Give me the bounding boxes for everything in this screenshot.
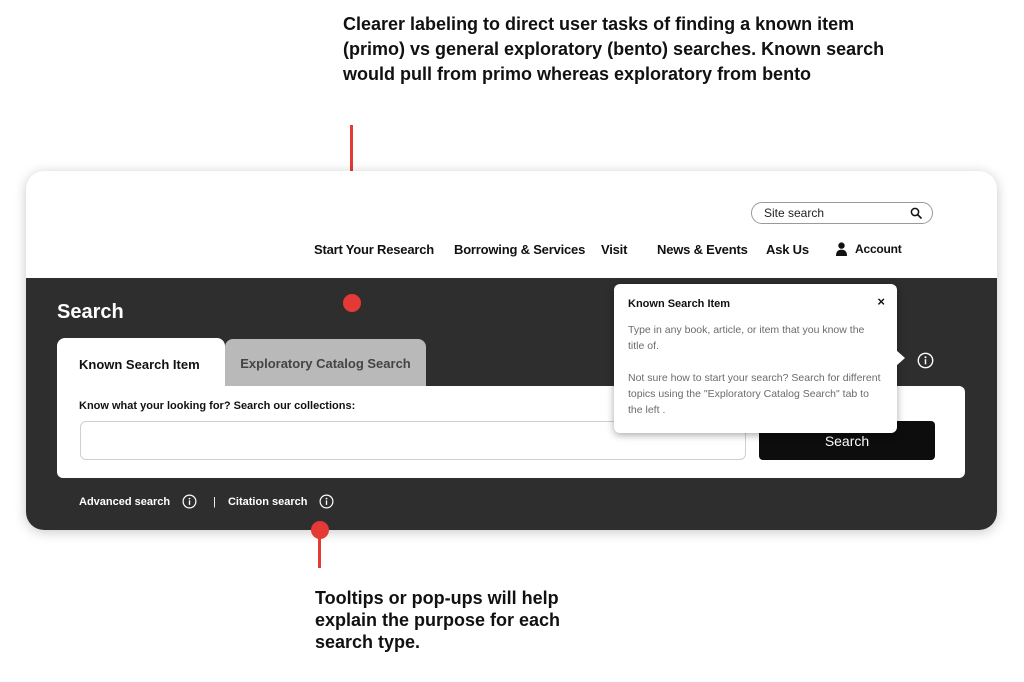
site-search-placeholder: Site search <box>764 206 825 220</box>
library-site-mockup: Site search Start Your Research Borrowin… <box>26 171 997 530</box>
tab-known-search-item[interactable]: Known Search Item <box>57 338 225 391</box>
close-icon[interactable]: × <box>877 295 885 308</box>
account-label: Account <box>855 242 902 256</box>
search-heading: Search <box>57 301 124 323</box>
tooltip-paragraph-1: Type in any book, article, or item that … <box>628 324 865 352</box>
tooltip-paragraph-2: Not sure how to start your search? Searc… <box>628 372 881 416</box>
user-icon <box>836 242 847 256</box>
search-panel-label: Know what your looking for? Search our c… <box>79 400 356 412</box>
annotation-top-marker-dot <box>343 294 361 312</box>
search-icon <box>910 207 922 219</box>
nav-item-visit[interactable]: Visit <box>601 242 627 257</box>
search-type-info-icon[interactable] <box>917 352 934 369</box>
nav-item-borrowing-services[interactable]: Borrowing & Services <box>454 242 585 257</box>
site-search-input[interactable]: Site search <box>751 202 933 224</box>
citation-search-info-icon[interactable] <box>319 494 334 509</box>
advanced-search-link[interactable]: Advanced search <box>79 496 170 508</box>
nav-item-ask-us[interactable]: Ask Us <box>766 242 809 257</box>
annotation-bottom-marker-line <box>318 534 321 568</box>
main-navigation: Start Your Research Borrowing & Services… <box>26 242 997 262</box>
citation-search-link[interactable]: Citation search <box>228 496 307 508</box>
nav-item-start-your-research[interactable]: Start Your Research <box>314 242 434 257</box>
tooltip-title: Known Search Item <box>628 298 731 310</box>
search-options-row: Advanced search | Citation search <box>79 494 334 509</box>
advanced-search-info-icon[interactable] <box>182 494 197 509</box>
design-annotation-canvas: Clearer labeling to direct user tasks of… <box>0 0 1024 682</box>
tab-exploratory-catalog-search[interactable]: Exploratory Catalog Search <box>225 339 426 387</box>
annotation-top-note: Clearer labeling to direct user tasks of… <box>343 14 885 84</box>
annotation-bottom-note: Tooltips or pop-ups will help explain th… <box>315 588 561 652</box>
account-link[interactable]: Account <box>836 242 902 256</box>
link-separator: | <box>213 495 216 508</box>
nav-item-news-events[interactable]: News & Events <box>657 242 748 257</box>
known-search-tooltip: Known Search Item × Type in any book, ar… <box>614 284 905 433</box>
